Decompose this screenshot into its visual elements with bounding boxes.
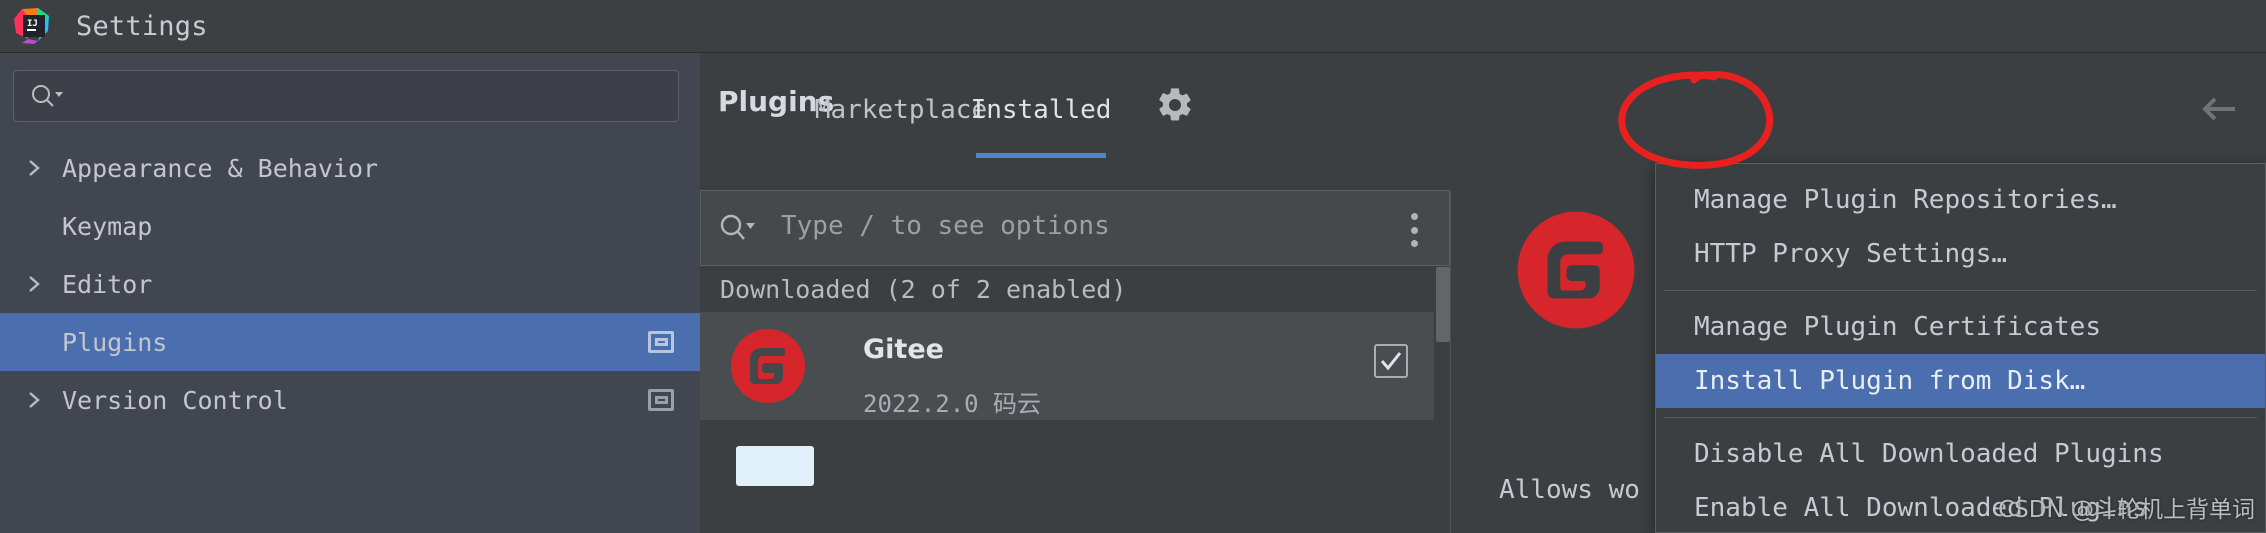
plugin-description: Allows wo [1499,475,1640,505]
plugin-name: Gitee [863,334,944,365]
chevron-right-icon [26,389,62,411]
sidebar-item-label: Appearance & Behavior [62,153,379,183]
search-icon [30,83,64,109]
settings-search-input[interactable] [13,70,679,122]
menu-item-manage-plugin-repositories[interactable]: Manage Plugin Repositories… [1656,173,2265,227]
list-item[interactable] [700,420,1450,533]
chevron-right-icon [26,273,62,295]
chevron-right-icon [26,157,62,179]
panel-badge-icon [648,389,674,411]
plugin-group-header: Downloaded (2 of 2 enabled) [700,266,1450,312]
sidebar-item-label: Editor [62,269,153,299]
gitee-logo-icon [730,328,806,404]
search-icon [719,213,757,247]
menu-separator [1664,417,2257,418]
menu-item-manage-plugin-certificates[interactable]: Manage Plugin Certificates [1656,300,2265,354]
watermark: CSDN @斗轮机上背单词 [1998,497,2255,523]
plugins-header: Plugins Marketplace Installed [700,53,2266,158]
menu-item-label: Manage Plugin Repositories… [1694,185,2117,215]
tab-marketplace[interactable]: Marketplace [815,53,987,158]
sidebar-item-appearance-and-behavior[interactable]: Appearance & Behavior [0,139,700,197]
plugins-settings-dropdown-menu: Manage Plugin Repositories… HTTP Proxy S… [1655,163,2266,533]
back-button[interactable] [2194,89,2244,129]
list-item[interactable]: Gitee 2022.2.0 码云 [700,312,1450,420]
sidebar-item-plugins[interactable]: Plugins [0,313,700,371]
more-vertical-icon[interactable] [1409,213,1419,247]
menu-separator [1664,290,2257,291]
plugin-search-placeholder: Type / to see options [781,211,1110,241]
tab-label: Marketplace [814,94,988,125]
window-title: Settings [76,10,208,42]
sidebar-item-label: Keymap [62,211,153,241]
title-bar: IJ Settings [0,0,2266,53]
sidebar-item-editor[interactable]: Editor [0,255,700,313]
tab-installed[interactable]: Installed [971,53,1111,158]
sidebar-item-label: Plugins [62,327,168,357]
plugin-search-input[interactable]: Type / to see options [700,190,1450,266]
back-arrow-icon [2197,94,2241,124]
intellij-idea-logo-icon: IJ [12,7,50,45]
menu-item-label: Disable All Downloaded Plugins [1694,439,2164,469]
menu-item-install-plugin-from-disk[interactable]: Install Plugin from Disk… [1656,354,2265,408]
menu-item-label: Manage Plugin Certificates [1694,312,2101,342]
plugin-version-and-vendor: 2022.2.0 码云 [863,390,1042,418]
gitee-logo-icon [1516,210,1636,330]
svg-text:IJ: IJ [27,19,38,29]
plugins-settings-gear-button[interactable] [1147,79,1203,131]
sidebar-item-version-control[interactable]: Version Control [0,371,700,429]
settings-tree: Appearance & Behavior Keymap Editor Plug… [0,139,700,429]
plugin-list-scrollbar[interactable] [1434,266,1450,533]
sidebar-item-keymap[interactable]: Keymap [0,197,700,255]
menu-item-http-proxy-settings[interactable]: HTTP Proxy Settings… [1656,227,2265,281]
plugin-thumbnail [736,446,814,486]
scrollbar-thumb[interactable] [1436,267,1450,342]
tab-label: Installed [970,94,1112,125]
plugin-list: Downloaded (2 of 2 enabled) Gitee 2022.2… [700,266,1450,533]
menu-item-label: HTTP Proxy Settings… [1694,239,2008,269]
menu-item-label: Install Plugin from Disk… [1694,366,2086,396]
settings-sidebar: Appearance & Behavior Keymap Editor Plug… [0,53,700,533]
sidebar-item-label: Version Control [62,385,288,415]
menu-item-disable-all-downloaded-plugins[interactable]: Disable All Downloaded Plugins [1656,427,2265,481]
gear-icon [1155,85,1195,125]
settings-window: IJ Settings Appearance & Behavior Keymap… [0,0,2266,533]
panel-badge-icon [648,331,674,353]
plugin-enabled-checkbox[interactable] [1374,344,1408,378]
